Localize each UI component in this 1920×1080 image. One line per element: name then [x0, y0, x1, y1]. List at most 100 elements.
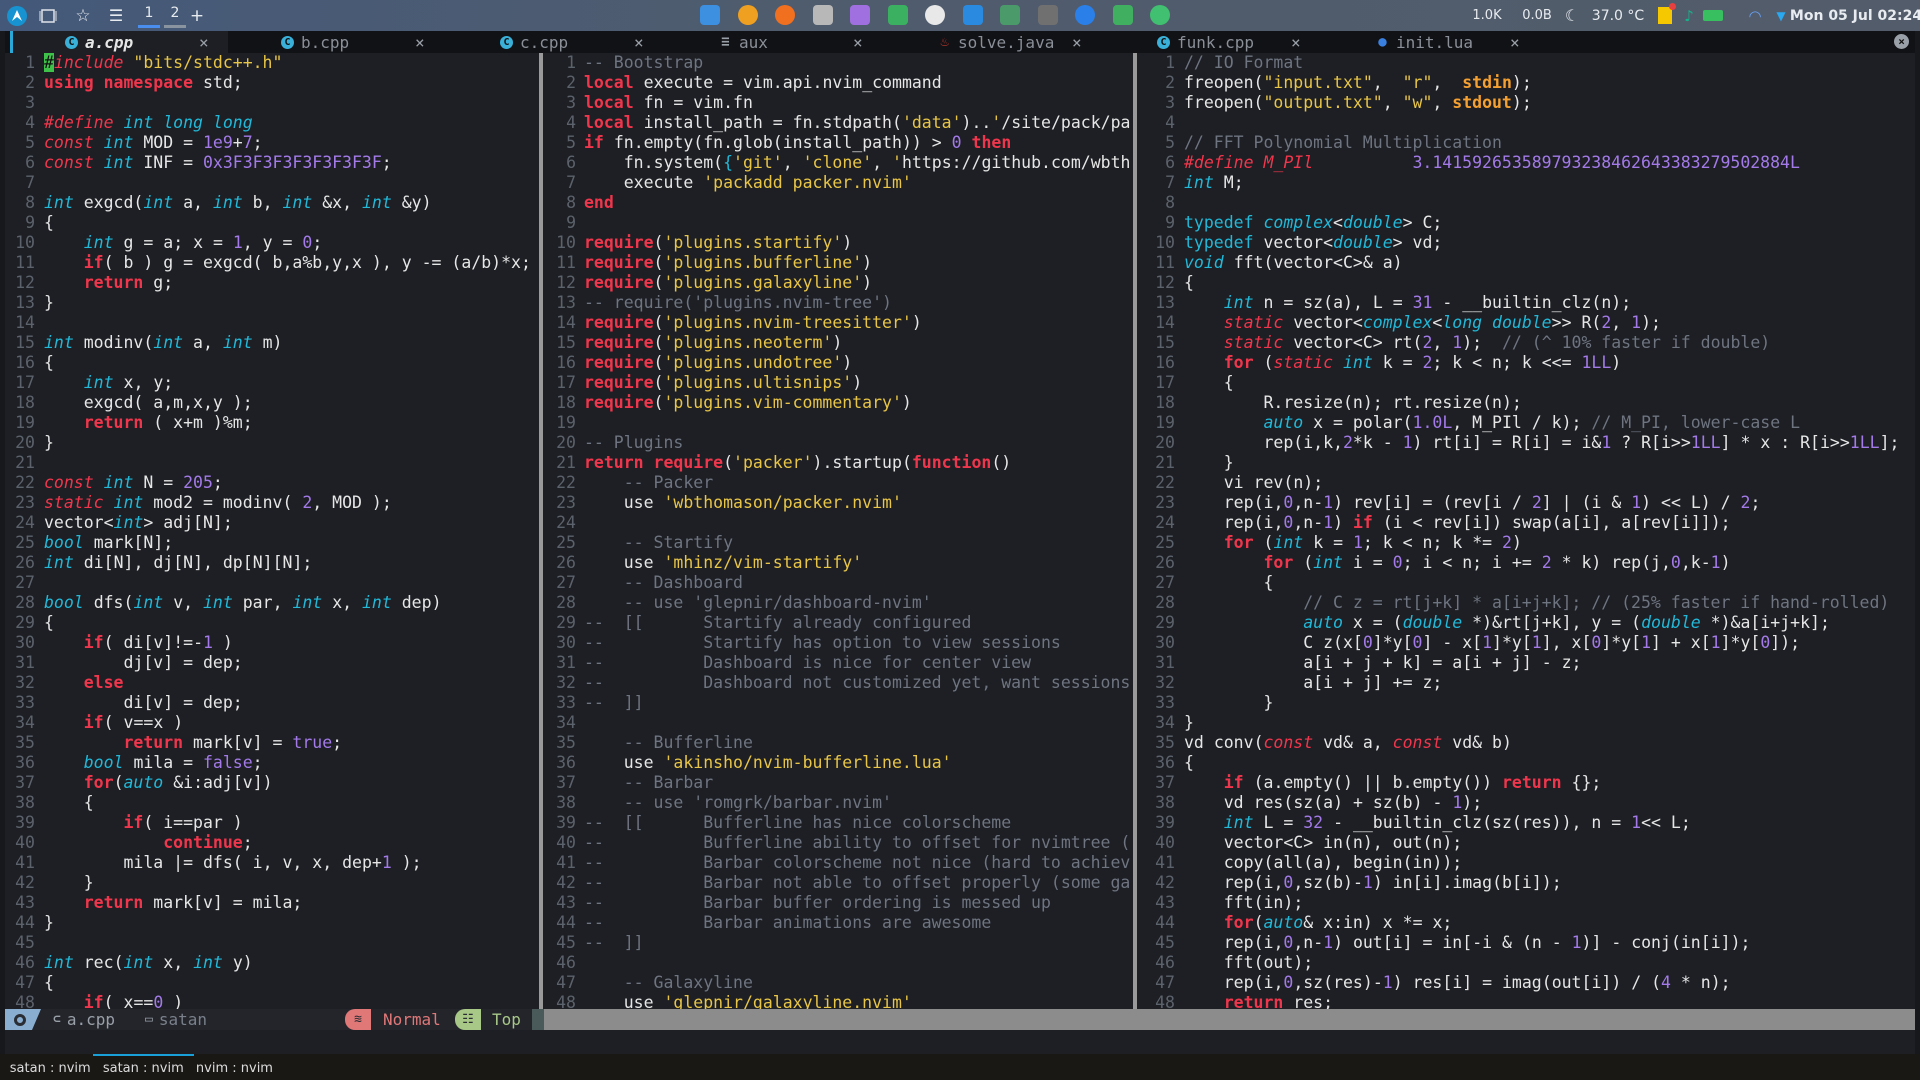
- star-icon[interactable]: ☆: [73, 0, 93, 31]
- monitor-icon[interactable]: [1000, 5, 1020, 25]
- editor-pane[interactable]: 1 -- Bootstrap 2 local execute = vim.api.nv…: [543, 53, 1133, 1009]
- tab-aux[interactable]: ≡ aux ×: [667, 31, 885, 53]
- vim-icon[interactable]: [887, 5, 908, 25]
- arch-launcher-icon[interactable]: [7, 0, 27, 31]
- code-token: ;: [520, 253, 531, 272]
- tab-name: funk.cpp: [1177, 32, 1255, 52]
- tray-expand-icon[interactable]: ▼: [1772, 0, 1790, 31]
- workspace-label: 1: [144, 5, 154, 21]
- neovim-icon[interactable]: [925, 5, 945, 25]
- code-token: =: [183, 693, 194, 712]
- tmux-window[interactable]: nvim : nvim: [196, 1054, 273, 1080]
- code-token: ): [901, 133, 912, 152]
- tab-a-cpp[interactable]: Ca.cpp ×: [10, 31, 228, 53]
- terminal-icon[interactable]: [812, 5, 833, 25]
- code-token: out: [1392, 833, 1423, 852]
- add-workspace-button[interactable]: +: [188, 0, 206, 31]
- line-number: 35: [1155, 733, 1175, 752]
- code-token: in: [1323, 833, 1343, 852]
- line-number: 24: [556, 513, 576, 532]
- code-token: true: [292, 733, 333, 752]
- close-all-icon[interactable]: ×: [1894, 34, 1909, 49]
- command-line[interactable]: [5, 1030, 1915, 1054]
- line-number: 45: [556, 933, 576, 952]
- music-icon[interactable]: ♪: [1680, 0, 1698, 31]
- workspace-1[interactable]: 1: [138, 5, 160, 28]
- tab-close-button[interactable]: ×: [853, 33, 863, 52]
- code-line: 25 bool mark[N];: [5, 533, 539, 553]
- code-token: // (^ 10% faster if double): [1501, 333, 1771, 352]
- settings-icon[interactable]: [1037, 5, 1058, 25]
- tab-close-button[interactable]: ×: [1510, 33, 1520, 52]
- code-token: auto: [1263, 413, 1304, 432]
- code-token: a: [183, 193, 194, 212]
- clock[interactable]: Mon 05 Jul 02:24: [1790, 0, 1920, 31]
- code-line: 46: [543, 953, 1133, 973]
- vscode-icon[interactable]: [962, 5, 983, 25]
- code-token: <: [1402, 533, 1413, 552]
- line-number: 35: [556, 733, 576, 752]
- window-overview-icon[interactable]: [38, 0, 58, 31]
- firefox-icon[interactable]: [775, 5, 795, 25]
- tab-solve-java[interactable]: ♨ solve.java ×: [886, 31, 1104, 53]
- code-token: // FFT Polynomial Multiplication: [1184, 133, 1502, 152]
- code-token: -: [1382, 433, 1393, 452]
- code-token: res: [1293, 993, 1324, 1009]
- code-token: rt: [1432, 433, 1453, 452]
- tab-close-button[interactable]: ×: [634, 33, 644, 52]
- editor-pane[interactable]: 1// IO Format 2 freopen("input.txt", "r", …: [1137, 53, 1915, 1009]
- code-token: int: [83, 373, 114, 392]
- code-token: j: [1651, 553, 1661, 572]
- brave-icon[interactable]: [737, 5, 758, 25]
- code-token: rec: [83, 953, 114, 972]
- tab-funk-cpp[interactable]: Cfunk.cpp ×: [1105, 31, 1323, 53]
- list-icon[interactable]: ☰: [106, 0, 126, 31]
- code-token: 'plugins.neoterm': [663, 333, 833, 352]
- code-token: int: [44, 333, 74, 352]
- tmux-window[interactable]: satan : nvim: [10, 1054, 91, 1080]
- code-token: >: [1352, 253, 1363, 272]
- code-token: >: [1839, 433, 1850, 452]
- notes-icon[interactable]: [1656, 0, 1676, 31]
- code-token: n: [1293, 473, 1304, 492]
- tab-b-cpp[interactable]: Cb.cpp ×: [229, 31, 447, 53]
- code-token: ]: [1690, 513, 1701, 532]
- calculator-icon[interactable]: [850, 5, 870, 25]
- keepass-icon[interactable]: [1150, 5, 1170, 25]
- code-token: ,: [202, 333, 213, 352]
- code-token: pa: [1110, 113, 1131, 132]
- code-token: ;: [1432, 673, 1443, 692]
- tmux-window[interactable]: satan : nvim: [92, 1054, 194, 1080]
- code-token: ): [1551, 813, 1562, 832]
- workspace-2[interactable]: 2: [164, 5, 186, 28]
- files-icon[interactable]: [700, 5, 720, 25]
- screen-recorder-icon[interactable]: [1112, 5, 1133, 25]
- code-token: void: [1184, 253, 1224, 272]
- editor-pane[interactable]: 1 #include "bits/stdc++.h" 2 using namespac…: [5, 53, 539, 1009]
- code-token: (: [653, 313, 664, 332]
- battery-icon[interactable]: [1702, 0, 1724, 31]
- tab-c-cpp[interactable]: Cc.cpp ×: [448, 31, 666, 53]
- qbittorrent-icon[interactable]: [1075, 5, 1095, 25]
- code-token: ]: [1770, 633, 1781, 652]
- wifi-icon[interactable]: ◠: [1744, 0, 1766, 31]
- code-line: 3 freopen("output.txt", "w", stdout);: [1137, 93, 1915, 113]
- tab-close-button[interactable]: ×: [199, 33, 209, 52]
- tab-close-button[interactable]: ×: [415, 33, 425, 52]
- code-token: (: [1323, 293, 1334, 312]
- code-token: j: [1511, 653, 1522, 672]
- tab-init-lua[interactable]: ● init.lua ×: [1324, 31, 1542, 53]
- tab-close-button[interactable]: ×: [1072, 33, 1082, 52]
- tab-close-button[interactable]: ×: [1291, 33, 1301, 52]
